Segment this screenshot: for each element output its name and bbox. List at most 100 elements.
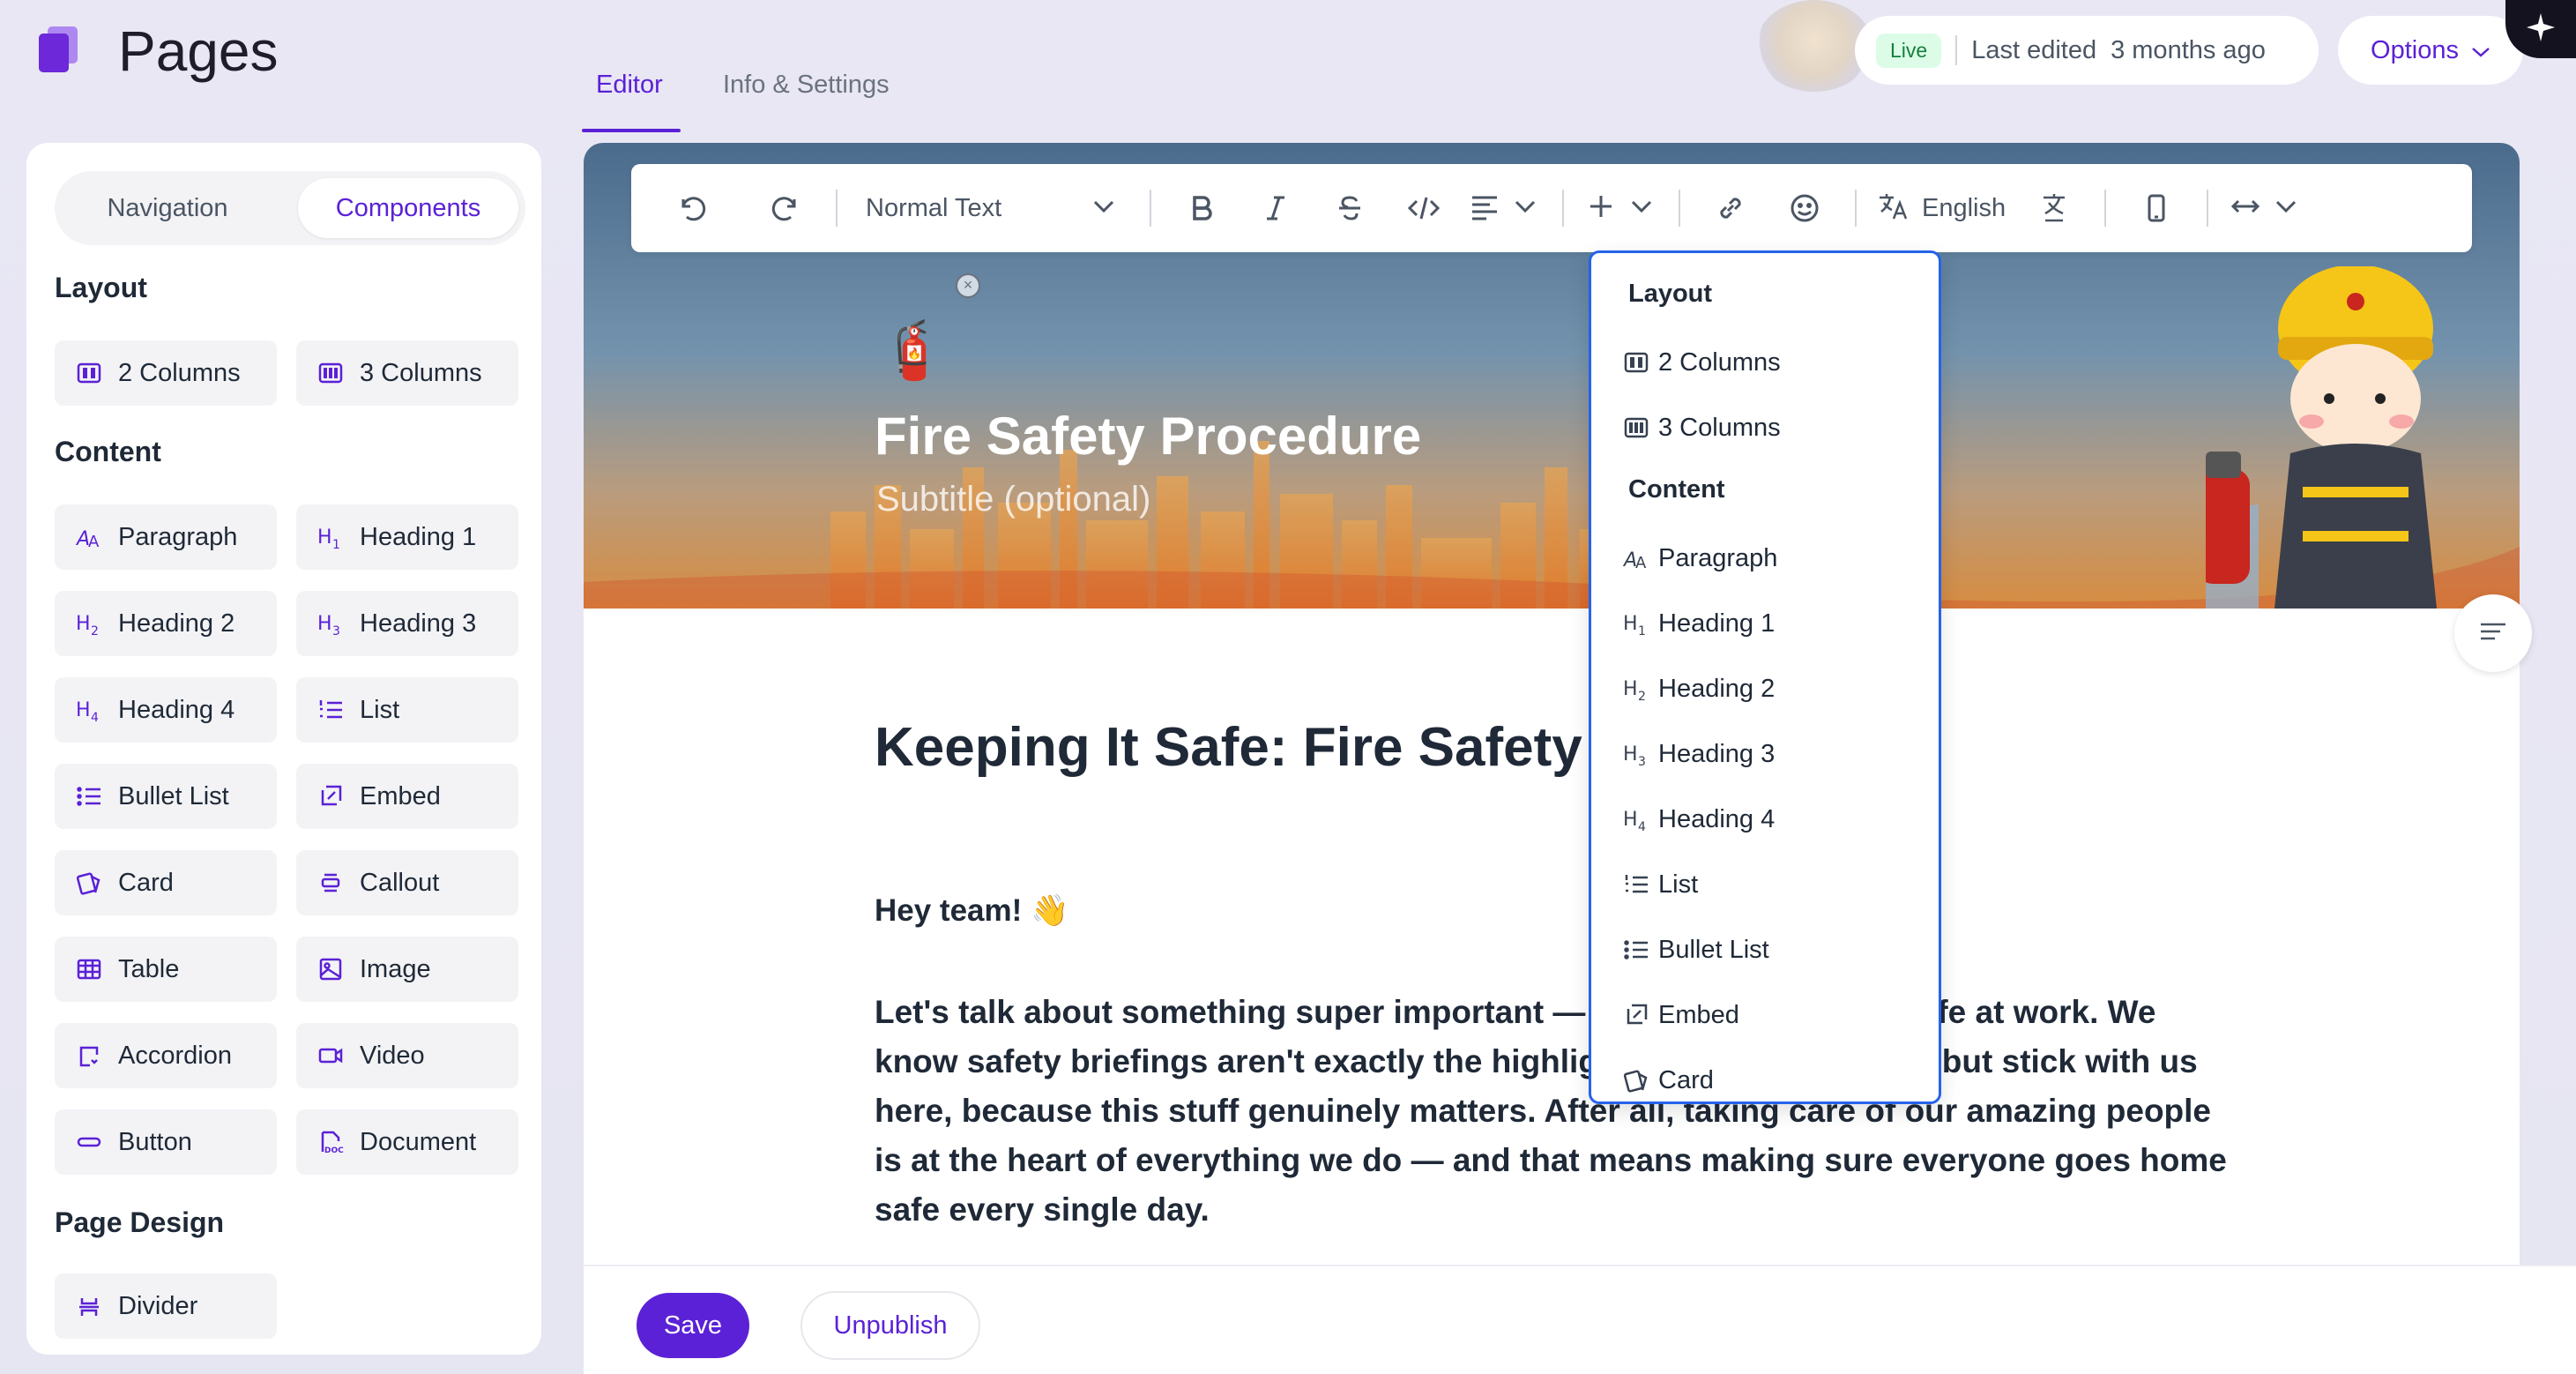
document-greeting[interactable]: Hey team! 👋 <box>875 892 1069 929</box>
live-badge: Live <box>1876 33 1942 68</box>
menu-item-2-columns[interactable]: 2 Columns <box>1623 336 1781 389</box>
menu-item-label: 3 Columns <box>1658 413 1781 442</box>
sidebar-segmented-control: Navigation Components <box>55 171 525 245</box>
menu-item-heading-3[interactable]: H3 Heading 3 <box>1623 728 1775 780</box>
component-accordion[interactable]: Accordion <box>55 1023 277 1088</box>
component-paragraph[interactable]: AA Paragraph <box>55 504 277 570</box>
pages-logo-icon <box>39 26 79 72</box>
sidebar-tab-components[interactable]: Components <box>298 178 518 238</box>
component-callout[interactable]: Callout <box>296 850 518 915</box>
redo-icon[interactable] <box>755 177 816 239</box>
unpublish-button[interactable]: Unpublish <box>800 1291 980 1360</box>
table-of-contents-button[interactable] <box>2454 594 2532 672</box>
app-title: Pages <box>118 19 279 83</box>
menu-item-card[interactable]: Card <box>1623 1054 1714 1101</box>
menu-item-embed[interactable]: Embed <box>1623 989 1739 1042</box>
numbered-list-icon <box>317 697 344 723</box>
component-embed[interactable]: Embed <box>296 764 518 829</box>
menu-item-3-columns[interactable]: 3 Columns <box>1623 401 1781 454</box>
page-title[interactable]: Fire Safety Procedure <box>875 406 1421 467</box>
component-video[interactable]: Video <box>296 1023 518 1088</box>
italic-icon[interactable] <box>1245 177 1307 239</box>
component-heading-3[interactable]: H3 Heading 3 <box>296 591 518 656</box>
tab-info-settings[interactable]: Info & Settings <box>723 67 890 102</box>
svg-text:H: H <box>317 613 332 635</box>
menu-item-heading-1[interactable]: H1 Heading 1 <box>1623 597 1775 650</box>
heading-4-icon: H4 <box>1623 806 1649 833</box>
component-label: Heading 4 <box>118 695 235 724</box>
link-icon[interactable] <box>1700 177 1761 239</box>
component-button[interactable]: Button <box>55 1109 277 1175</box>
toolbar-divider <box>2104 190 2107 227</box>
svg-text:H: H <box>76 613 91 635</box>
menu-item-list[interactable]: List <box>1623 858 1698 911</box>
mobile-preview-icon[interactable] <box>2126 177 2187 239</box>
bullet-list-icon <box>76 783 102 810</box>
last-edited-label: Last edited <box>1971 35 2097 64</box>
align-left-icon <box>1467 189 1502 228</box>
align-dropdown[interactable] <box>1467 177 1543 239</box>
image-icon <box>317 956 344 982</box>
menu-item-heading-4[interactable]: H4 Heading 4 <box>1623 793 1775 846</box>
width-dropdown[interactable] <box>2228 177 2304 239</box>
svg-text:H: H <box>317 526 332 549</box>
paragraph-icon: AA <box>1623 545 1649 572</box>
card-icon <box>1623 1067 1649 1094</box>
menu-item-bullet-list[interactable]: Bullet List <box>1623 923 1769 976</box>
callout-icon <box>317 870 344 896</box>
numbered-list-icon <box>1623 871 1649 898</box>
strikethrough-icon[interactable] <box>1319 177 1381 239</box>
component-label: Heading 1 <box>360 522 477 551</box>
component-table[interactable]: Table <box>55 937 277 1002</box>
component-heading-1[interactable]: H1 Heading 1 <box>296 504 518 570</box>
page-subtitle[interactable]: Subtitle (optional) <box>876 480 1150 519</box>
bullet-list-icon <box>1623 937 1649 963</box>
options-button[interactable]: Options <box>2338 16 2523 85</box>
component-heading-2[interactable]: H2 Heading 2 <box>55 591 277 656</box>
toolbar-divider <box>2207 190 2209 227</box>
last-edited-value: 3 months ago <box>2111 35 2266 64</box>
bold-icon[interactable] <box>1171 177 1232 239</box>
heading-3-icon: H3 <box>1623 741 1649 768</box>
code-icon[interactable] <box>1393 177 1455 239</box>
menu-item-label: Heading 3 <box>1658 739 1776 768</box>
save-button[interactable]: Save <box>637 1293 749 1358</box>
svg-text:1: 1 <box>332 538 340 550</box>
menu-item-paragraph[interactable]: AA Paragraph <box>1623 532 1777 585</box>
publish-status: Live Last edited 3 months ago <box>1855 16 2319 85</box>
component-label: Video <box>360 1041 425 1070</box>
remove-icon-button[interactable]: × <box>956 273 980 298</box>
document-paragraph[interactable]: Let's talk about something super importa… <box>875 988 2232 1235</box>
embed-icon <box>317 783 344 810</box>
component-bullet-list[interactable]: Bullet List <box>55 764 277 829</box>
menu-item-heading-2[interactable]: H2 Heading 2 <box>1623 662 1775 715</box>
card-icon <box>76 870 102 896</box>
undo-icon[interactable] <box>661 177 723 239</box>
svg-text:H: H <box>1623 743 1638 765</box>
paragraph-icon: AA <box>76 524 102 550</box>
svg-text:2: 2 <box>91 624 99 637</box>
svg-text:1: 1 <box>1638 624 1646 638</box>
menu-item-label: Heading 2 <box>1658 674 1776 703</box>
component-list[interactable]: List <box>296 677 518 743</box>
component-label: Image <box>360 954 431 983</box>
text-style-select[interactable]: Normal Text <box>857 177 1130 239</box>
clear-translate-icon[interactable] <box>2023 177 2085 239</box>
component-document[interactable]: DOC Document <box>296 1109 518 1175</box>
component-divider[interactable]: Divider <box>55 1273 277 1339</box>
component-image[interactable]: Image <box>296 937 518 1002</box>
component-3-columns[interactable]: 3 Columns <box>296 340 518 406</box>
heading-4-icon: H4 <box>76 697 102 723</box>
component-heading-4[interactable]: H4 Heading 4 <box>55 677 277 743</box>
emoji-icon[interactable] <box>1774 177 1835 239</box>
document-heading[interactable]: Keeping It Safe: Fire Safety & <box>875 716 1637 779</box>
menu-section-layout: Layout <box>1628 280 1713 308</box>
component-label: Paragraph <box>118 522 238 551</box>
component-2-columns[interactable]: 2 Columns <box>55 340 277 406</box>
insert-dropdown[interactable] <box>1583 177 1659 239</box>
sidebar-tab-navigation[interactable]: Navigation <box>62 178 273 238</box>
page-icon-emoji[interactable]: 🧯 <box>878 317 949 384</box>
language-select[interactable]: English <box>1876 177 2006 239</box>
tab-editor[interactable]: Editor <box>596 67 663 102</box>
component-card[interactable]: Card <box>55 850 277 915</box>
